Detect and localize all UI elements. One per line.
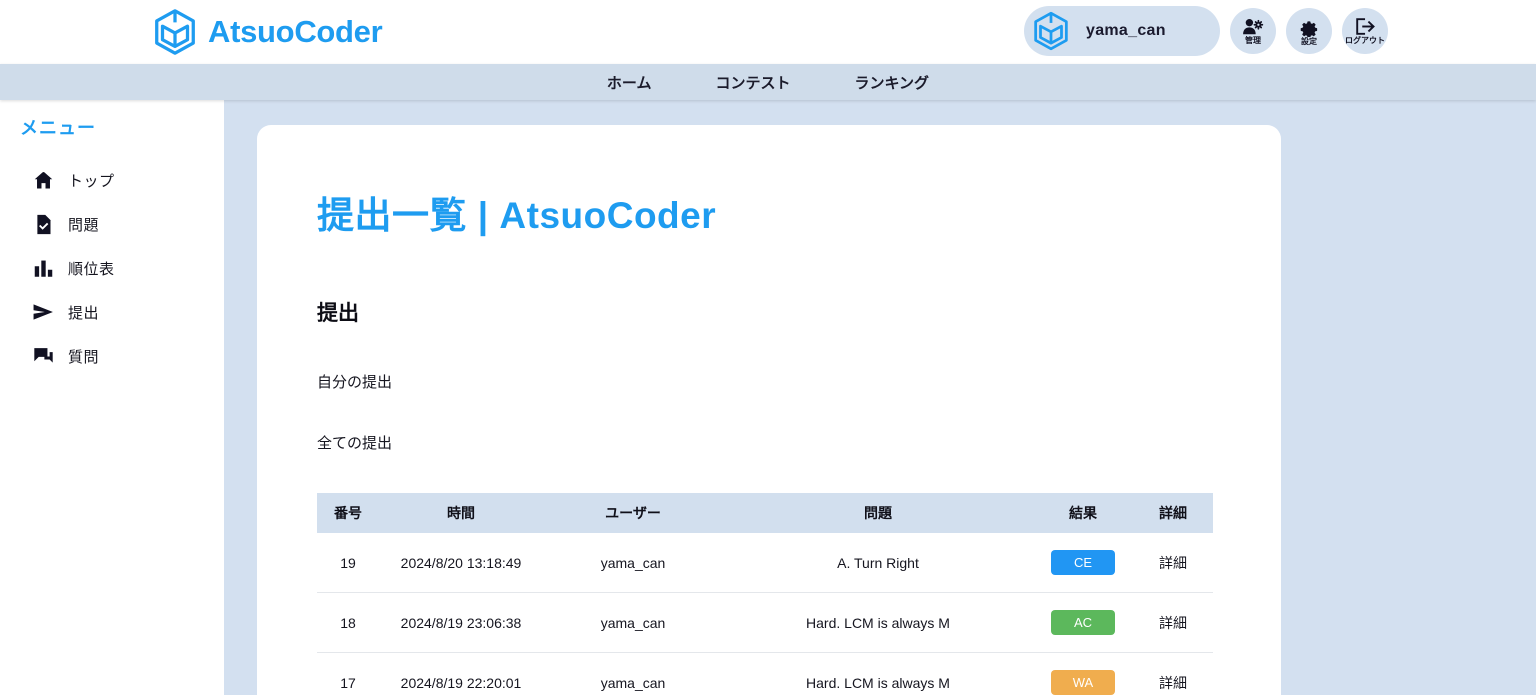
home-icon — [32, 169, 54, 191]
sidebar-item-questions[interactable]: 質問 — [0, 334, 224, 378]
cell-result: WA — [1033, 652, 1133, 695]
column-header-number: 番号 — [317, 493, 379, 533]
nav-item-ranking[interactable]: ランキング — [823, 72, 962, 93]
nav-item-home[interactable]: ホーム — [575, 72, 684, 93]
cell-problem: Hard. LCM is always M — [723, 592, 1033, 653]
nav-item-contest[interactable]: コンテスト — [683, 72, 822, 93]
detail-link[interactable]: 詳細 — [1159, 555, 1187, 571]
column-header-problem: 問題 — [723, 493, 1033, 533]
status-badge[interactable]: WA — [1051, 670, 1115, 695]
status-badge[interactable]: CE — [1051, 550, 1115, 575]
sidebar-item-problems-label: 問題 — [68, 216, 100, 234]
admin-button[interactable]: 管理 — [1230, 8, 1276, 54]
brand-logo-link[interactable]: AtsuoCoder — [150, 7, 383, 57]
table-row: 17 2024/8/19 22:20:01 yama_can Hard. LCM is… — [317, 652, 1213, 695]
sidebar-item-submissions[interactable]: 提出 — [0, 290, 224, 334]
cell-result: AC — [1033, 592, 1133, 653]
admin-button-label: 管理 — [1245, 35, 1261, 45]
sidebar-item-top[interactable]: トップ — [0, 158, 224, 202]
main-navigation: ホーム コンテスト ランキング — [0, 64, 1536, 100]
submissions-table-body: 19 2024/8/20 13:18:49 yama_can A. Turn Righ… — [317, 533, 1213, 695]
bar-chart-icon — [32, 257, 54, 279]
detail-link[interactable]: 詳細 — [1159, 675, 1187, 691]
cell-number: 17 — [317, 652, 379, 695]
cell-user: yama_can — [543, 533, 723, 593]
cell-detail: 詳細 — [1133, 652, 1213, 695]
cell-problem: Hard. LCM is always M — [723, 652, 1033, 695]
cell-detail: 詳細 — [1133, 533, 1213, 593]
document-check-icon — [32, 213, 54, 235]
cell-result: CE — [1033, 533, 1133, 593]
cell-time: 2024/8/20 13:18:49 — [379, 533, 543, 593]
column-header-user: ユーザー — [543, 493, 723, 533]
sidebar: メニュー トップ 問題 順位表 提出 質問 — [0, 100, 224, 695]
send-icon — [32, 301, 54, 323]
cell-detail: 詳細 — [1133, 592, 1213, 653]
sidebar-item-standings-label: 順位表 — [68, 260, 115, 278]
all-submissions-link[interactable]: 全ての提出 — [317, 432, 392, 453]
user-name: yama_can — [1086, 22, 1166, 39]
status-badge[interactable]: AC — [1051, 610, 1115, 635]
sidebar-item-problems[interactable]: 問題 — [0, 202, 224, 246]
user-gear-icon — [1242, 18, 1264, 36]
user-badge[interactable]: yama_can — [1024, 6, 1220, 56]
submissions-table: 番号 時間 ユーザー 問題 結果 詳細 19 2024/8/20 13:18:49… — [317, 493, 1213, 695]
cell-user: yama_can — [543, 592, 723, 653]
detail-link[interactable]: 詳細 — [1159, 615, 1187, 631]
cell-number: 19 — [317, 533, 379, 593]
logout-button-label: ログアウト — [1345, 36, 1385, 45]
submissions-table-head: 番号 時間 ユーザー 問題 結果 詳細 — [317, 493, 1213, 533]
brand-name: AtsuoCoder — [208, 14, 383, 49]
column-header-time: 時間 — [379, 493, 543, 533]
sidebar-item-top-label: トップ — [68, 172, 115, 190]
table-header-row: 番号 時間 ユーザー 問題 結果 詳細 — [317, 493, 1213, 533]
submissions-card: 提出一覧 | AtsuoCoder 提出 自分の提出 全ての提出 番号 時間 ユ… — [257, 125, 1281, 695]
top-header: AtsuoCoder yama_can 管理 設定 ログアウト — [0, 0, 1536, 64]
logout-arrow-icon — [1354, 17, 1376, 36]
sidebar-item-questions-label: 質問 — [68, 348, 100, 366]
section-title: 提出 — [317, 302, 359, 325]
cube-box-icon — [150, 7, 200, 57]
settings-button[interactable]: 設定 — [1286, 8, 1332, 54]
my-submissions-link[interactable]: 自分の提出 — [317, 371, 392, 392]
content-area: 提出一覧 | AtsuoCoder 提出 自分の提出 全ての提出 番号 時間 ユ… — [224, 100, 1536, 695]
table-row: 18 2024/8/19 23:06:38 yama_can Hard. LCM is… — [317, 592, 1213, 653]
table-row: 19 2024/8/20 13:18:49 yama_can A. Turn Righ… — [317, 533, 1213, 593]
column-header-detail: 詳細 — [1133, 493, 1213, 533]
chat-bubble-icon — [32, 345, 54, 367]
cube-box-avatar-icon — [1030, 10, 1072, 52]
logout-button[interactable]: ログアウト — [1342, 8, 1388, 54]
page-body: メニュー トップ 問題 順位表 提出 質問 提出一覧 | AtsuoCoder … — [0, 100, 1536, 695]
cell-problem: A. Turn Right — [723, 533, 1033, 593]
gear-icon — [1299, 17, 1319, 37]
sidebar-item-submissions-label: 提出 — [68, 304, 100, 322]
column-header-result: 結果 — [1033, 493, 1133, 533]
sidebar-title: メニュー — [20, 118, 96, 138]
cell-number: 18 — [317, 592, 379, 653]
cell-time: 2024/8/19 22:20:01 — [379, 652, 543, 695]
header-actions: yama_can 管理 設定 ログアウト — [1024, 6, 1388, 56]
cell-user: yama_can — [543, 652, 723, 695]
settings-button-label: 設定 — [1301, 36, 1317, 46]
sidebar-item-standings[interactable]: 順位表 — [0, 246, 224, 290]
page-title: 提出一覧 | AtsuoCoder — [317, 195, 717, 236]
cell-time: 2024/8/19 23:06:38 — [379, 592, 543, 653]
